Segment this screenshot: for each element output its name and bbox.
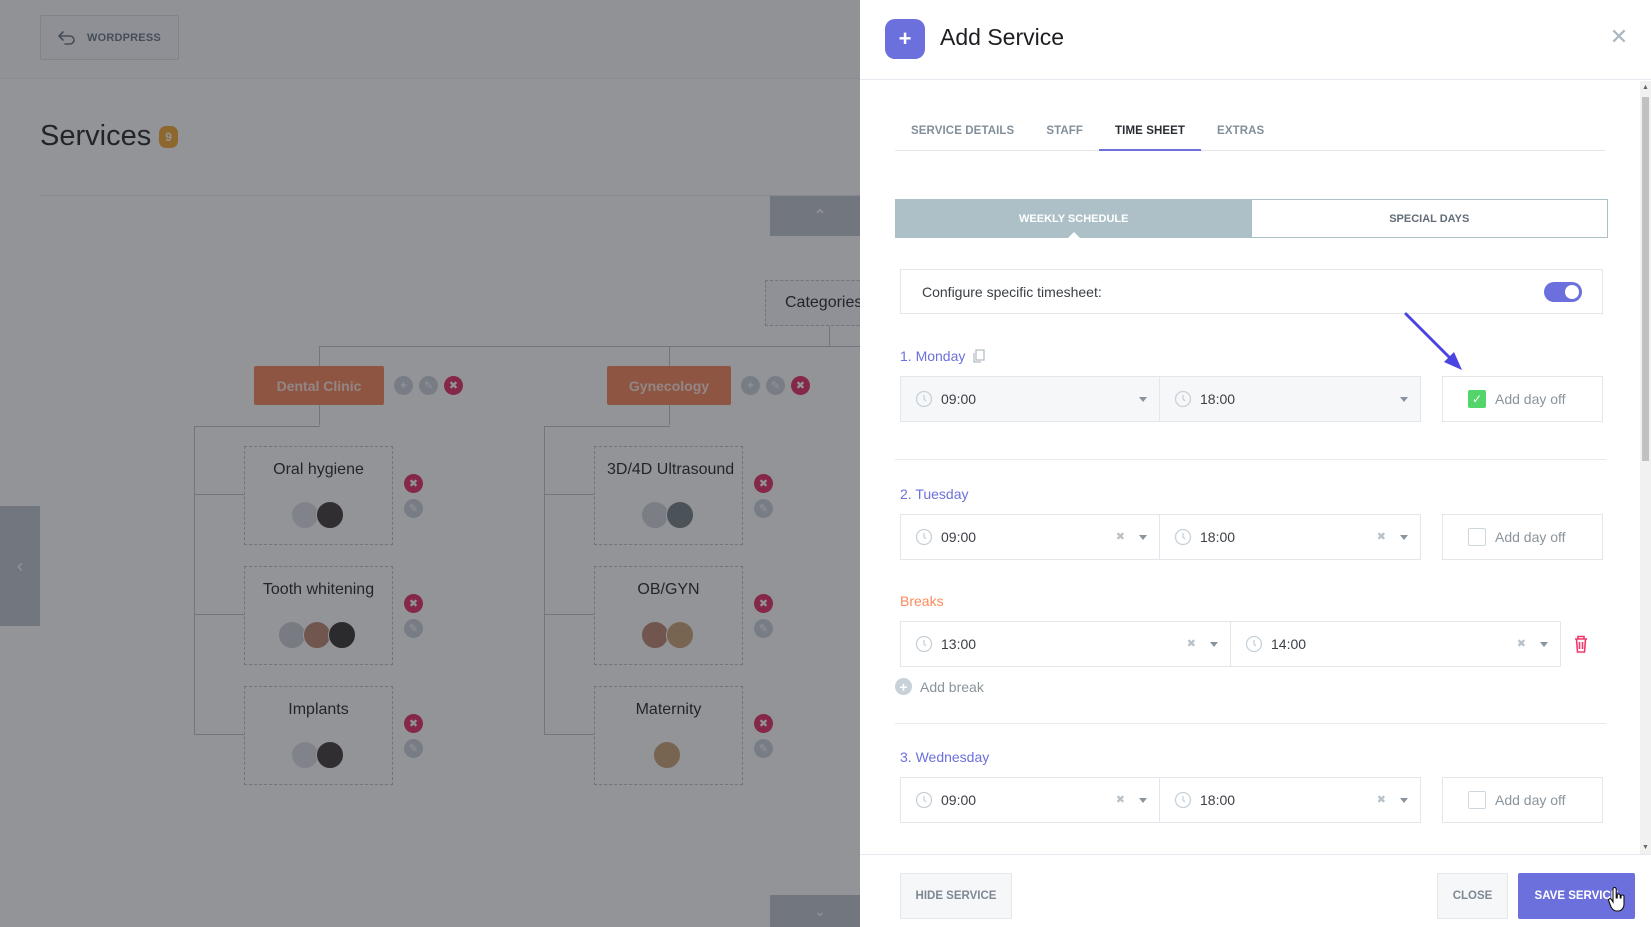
monday-time-range: 09:00 18:00 xyxy=(900,376,1421,422)
panel-body: SERVICE DETAILS STAFF TIME SHEET EXTRAS … xyxy=(860,81,1640,854)
special-days-button[interactable]: SPECIAL DAYS xyxy=(1251,200,1607,237)
wednesday-time-range: 09:00 ✖ 18:00 ✖ xyxy=(900,777,1421,823)
day-name: 1. Monday xyxy=(900,348,966,364)
tab-service-details[interactable]: SERVICE DETAILS xyxy=(895,123,1030,151)
clock-icon xyxy=(1174,528,1192,546)
add-break-label: Add break xyxy=(920,678,984,695)
caret-down-icon xyxy=(1400,798,1408,803)
day-name: 3. Wednesday xyxy=(900,749,990,765)
time-value: 09:00 xyxy=(941,391,977,407)
wednesday-start-select[interactable]: 09:00 ✖ xyxy=(900,777,1160,823)
tab-time-sheet[interactable]: TIME SHEET xyxy=(1099,123,1202,151)
monday-start-select[interactable]: 09:00 xyxy=(900,376,1160,422)
scroll-up-arrow-icon[interactable]: ▲ xyxy=(1642,84,1649,91)
break-end-select[interactable]: 14:00 ✖ xyxy=(1231,621,1561,667)
checkbox-checked[interactable]: ✓ xyxy=(1468,390,1486,408)
time-value: 18:00 xyxy=(1200,792,1236,808)
day-off-label: Add day off xyxy=(1495,792,1566,808)
clear-icon[interactable]: ✖ xyxy=(1187,637,1196,650)
panel-footer: HIDE SERVICE CLOSE SAVE SERVICE xyxy=(860,854,1651,927)
wednesday-end-select[interactable]: 18:00 ✖ xyxy=(1160,777,1421,823)
schedule-type-toggle: WEEKLY SCHEDULE SPECIAL DAYS xyxy=(895,199,1608,238)
clock-icon xyxy=(915,390,933,408)
configure-timesheet-row: Configure specific timesheet: xyxy=(900,269,1603,314)
switch-knob xyxy=(1565,285,1579,299)
caret-down-icon xyxy=(1139,397,1147,402)
configure-timesheet-switch[interactable] xyxy=(1544,282,1582,302)
add-break-button[interactable]: + Add break xyxy=(895,678,984,695)
monday-day-off-checkbox[interactable]: ✓ Add day off xyxy=(1442,376,1603,422)
monday-end-select[interactable]: 18:00 xyxy=(1160,376,1421,422)
caret-down-icon xyxy=(1540,642,1548,647)
caret-down-icon xyxy=(1139,535,1147,540)
time-value: 09:00 xyxy=(941,529,977,545)
plus-circle-icon: + xyxy=(895,678,912,695)
day-label-monday: 1. Monday xyxy=(900,348,985,364)
close-button[interactable]: CLOSE xyxy=(1437,873,1508,919)
clear-icon[interactable]: ✖ xyxy=(1377,793,1386,806)
scrollbar-thumb[interactable] xyxy=(1642,97,1649,461)
add-service-panel: + Add Service ✕ SERVICE DETAILS STAFF TI… xyxy=(860,0,1651,927)
wednesday-day-off-checkbox[interactable]: Add day off xyxy=(1442,777,1603,823)
scroll-down-arrow-icon[interactable]: ▼ xyxy=(1642,844,1649,851)
clear-icon[interactable]: ✖ xyxy=(1377,530,1386,543)
tuesday-time-range: 09:00 ✖ 18:00 ✖ xyxy=(900,514,1421,560)
clock-icon xyxy=(915,528,933,546)
checkbox-unchecked[interactable] xyxy=(1468,791,1486,809)
clock-icon xyxy=(915,791,933,809)
hand-cursor-icon xyxy=(1608,887,1625,912)
trash-icon[interactable] xyxy=(1572,634,1590,654)
time-value: 18:00 xyxy=(1200,391,1236,407)
divider xyxy=(895,459,1606,460)
time-value: 18:00 xyxy=(1200,529,1236,545)
close-icon[interactable]: ✕ xyxy=(1608,26,1630,48)
caret-down-icon xyxy=(1210,642,1218,647)
clock-icon xyxy=(1174,791,1192,809)
tab-staff[interactable]: STAFF xyxy=(1030,123,1099,151)
panel-title: Add Service xyxy=(940,24,1065,50)
configure-timesheet-label: Configure specific timesheet: xyxy=(922,283,1102,300)
hide-service-button[interactable]: HIDE SERVICE xyxy=(900,873,1012,919)
time-value: 09:00 xyxy=(941,792,977,808)
day-name: 2. Tuesday xyxy=(900,486,969,502)
clock-icon xyxy=(915,635,933,653)
tuesday-start-select[interactable]: 09:00 ✖ xyxy=(900,514,1160,560)
day-label-wednesday: 3. Wednesday xyxy=(900,749,989,765)
tuesday-end-select[interactable]: 18:00 ✖ xyxy=(1160,514,1421,560)
tab-extras[interactable]: EXTRAS xyxy=(1201,123,1280,151)
day-label-tuesday: 2. Tuesday xyxy=(900,486,969,502)
clock-icon xyxy=(1245,635,1263,653)
caret-down-icon xyxy=(1400,535,1408,540)
break-start-select[interactable]: 13:00 ✖ xyxy=(900,621,1231,667)
copy-icon[interactable] xyxy=(973,349,985,363)
weekly-schedule-button[interactable]: WEEKLY SCHEDULE xyxy=(896,200,1252,238)
day-off-label: Add day off xyxy=(1495,391,1566,407)
plus-icon: + xyxy=(885,19,925,59)
breaks-label: Breaks xyxy=(900,593,944,609)
caret-down-icon xyxy=(1400,397,1408,402)
tab-bar: SERVICE DETAILS STAFF TIME SHEET EXTRAS xyxy=(895,123,1605,151)
clock-icon xyxy=(1174,390,1192,408)
time-value: 14:00 xyxy=(1271,636,1307,652)
tuesday-day-off-checkbox[interactable]: Add day off xyxy=(1442,514,1603,560)
tuesday-break-range: 13:00 ✖ 14:00 ✖ xyxy=(900,621,1561,667)
panel-scrollbar[interactable]: ▲ ▼ xyxy=(1640,81,1651,854)
clear-icon[interactable]: ✖ xyxy=(1116,793,1125,806)
clear-icon[interactable]: ✖ xyxy=(1116,530,1125,543)
services-page: WORDPRESS Services 9 ⌃ ‹ Categories Dent… xyxy=(0,0,860,927)
time-value: 13:00 xyxy=(941,636,977,652)
modal-backdrop[interactable] xyxy=(0,0,860,927)
clear-icon[interactable]: ✖ xyxy=(1517,637,1526,650)
day-off-label: Add day off xyxy=(1495,529,1566,545)
checkbox-unchecked[interactable] xyxy=(1468,528,1486,546)
panel-header: + Add Service ✕ xyxy=(860,0,1651,80)
caret-down-icon xyxy=(1139,798,1147,803)
divider xyxy=(895,723,1606,724)
